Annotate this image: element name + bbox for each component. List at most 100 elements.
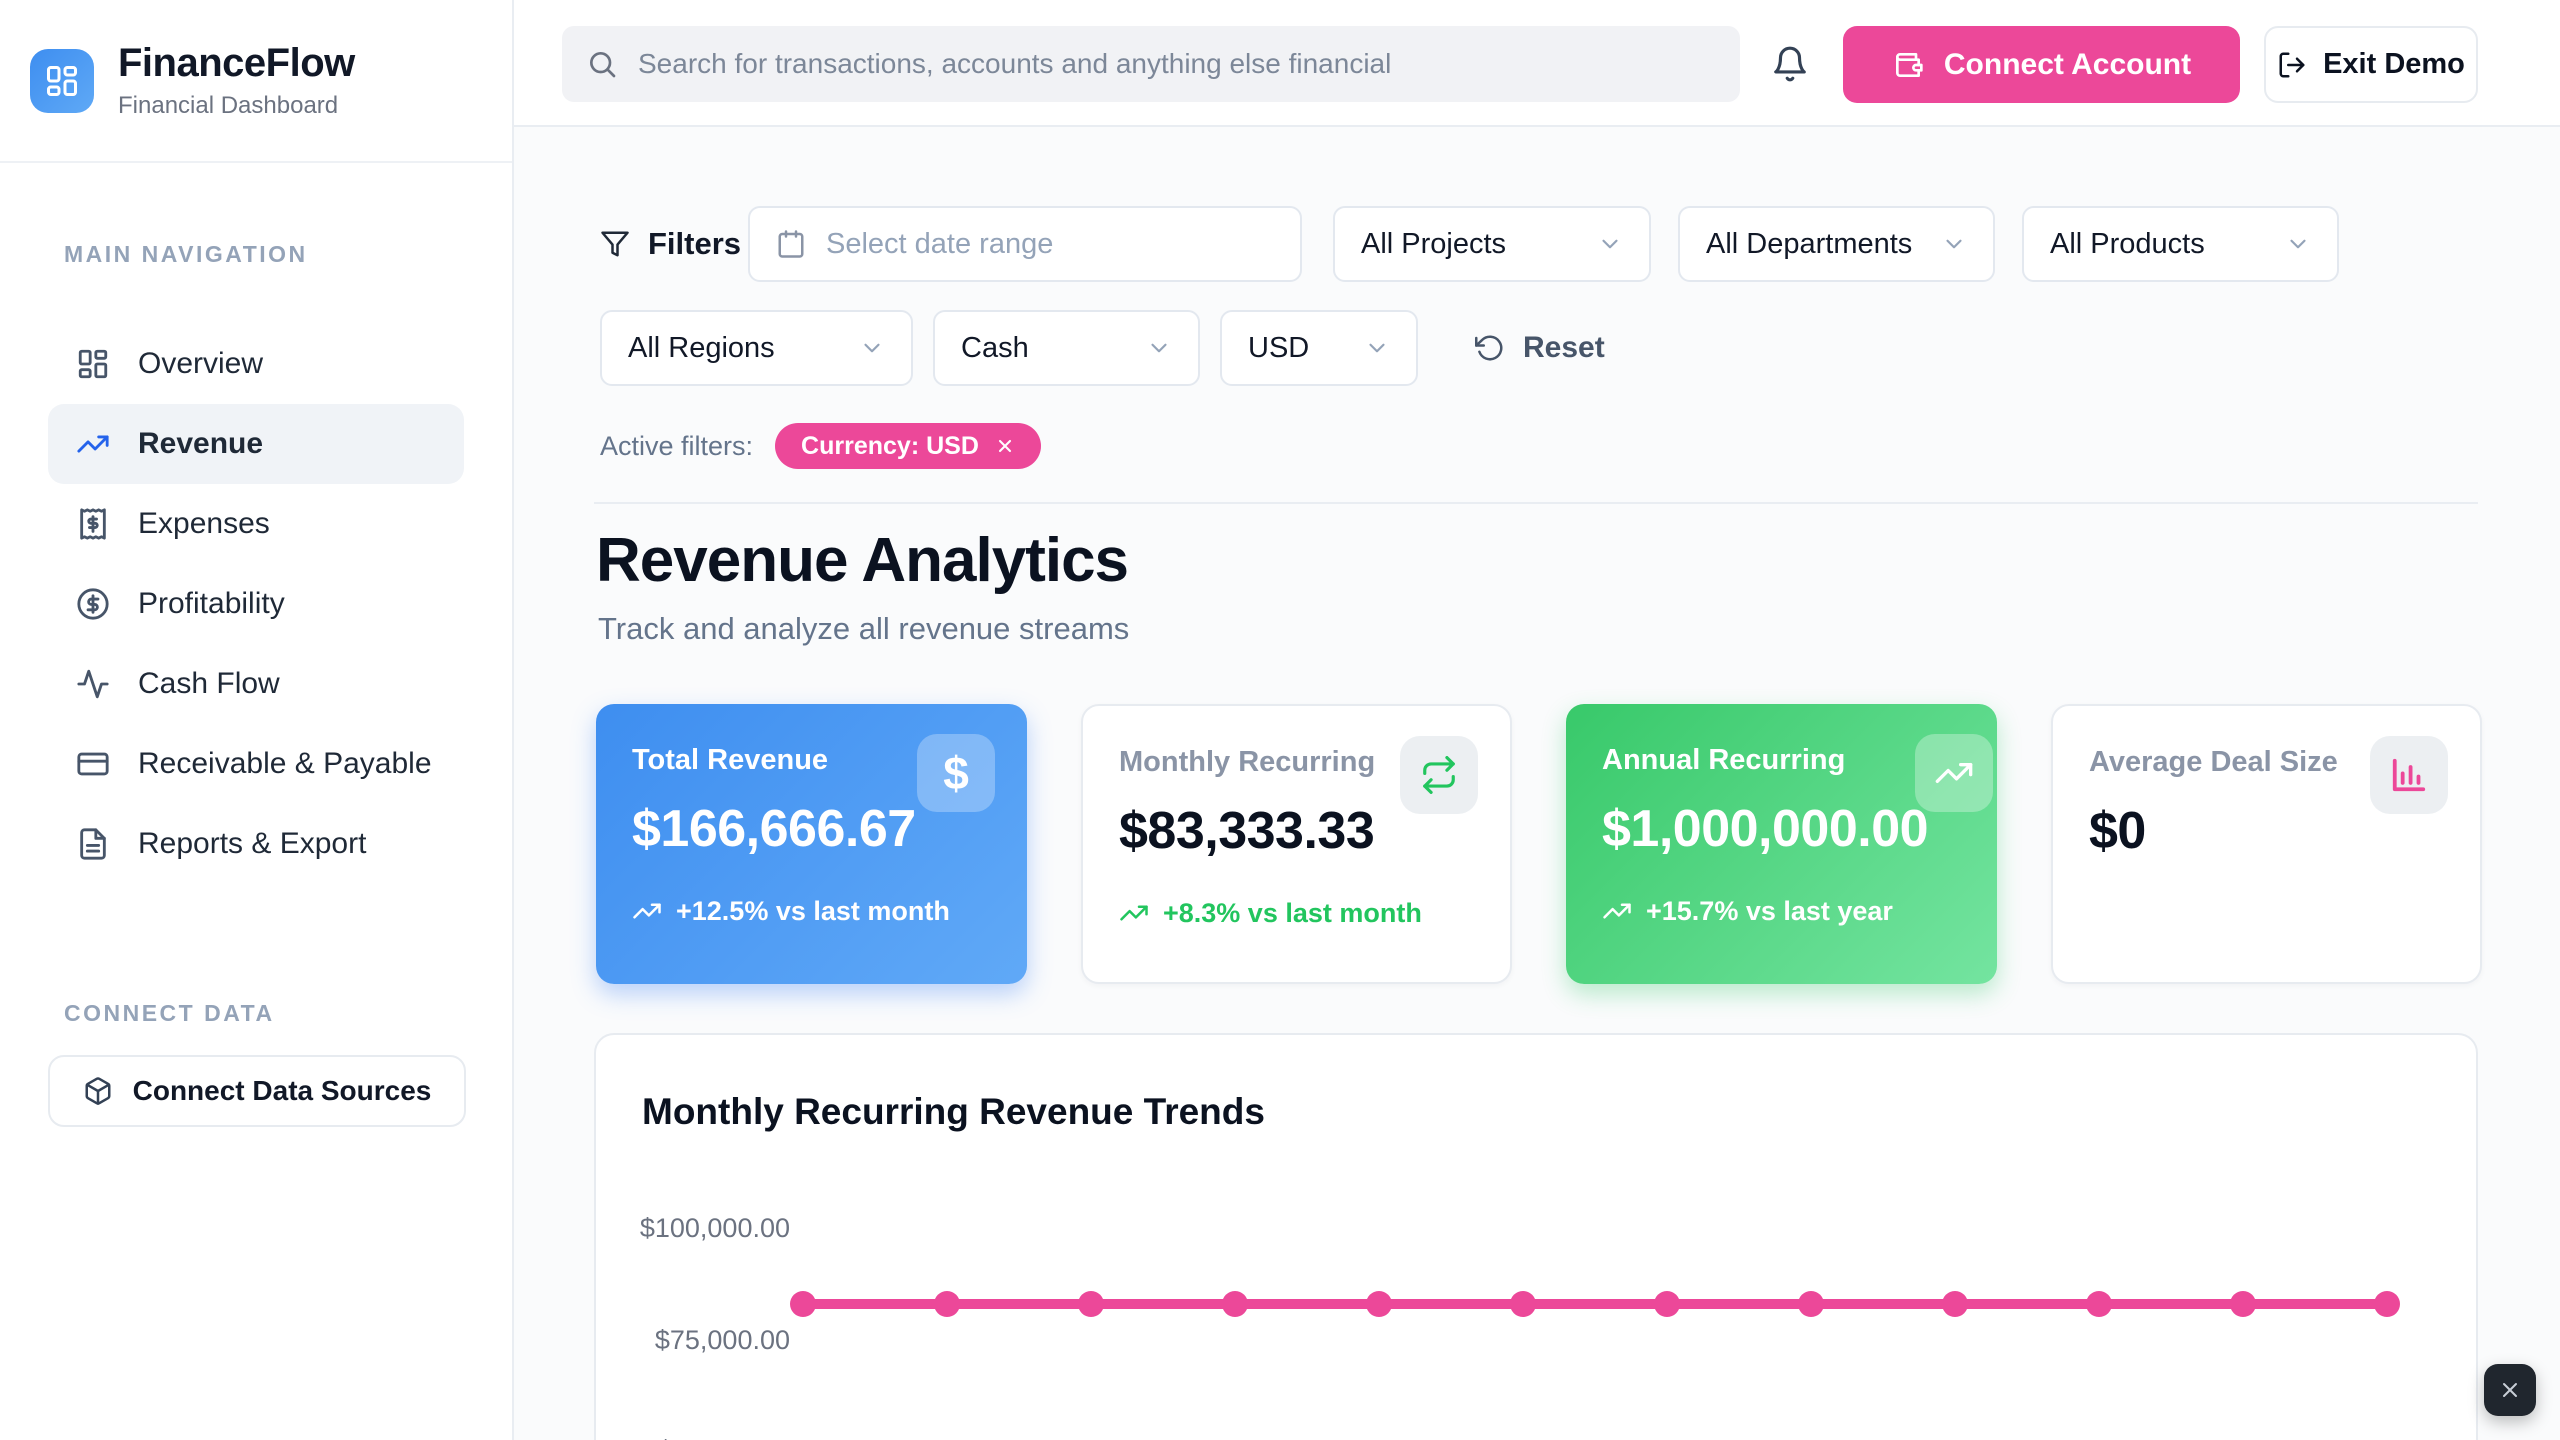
- sidebar-item-profitability[interactable]: Profitability: [48, 564, 464, 644]
- connect-account-label: Connect Account: [1944, 48, 2191, 82]
- chart-plot-area: $100,000.00 $75,000.00 $: [596, 1035, 2476, 1440]
- sidebar-item-cash-flow[interactable]: Cash Flow: [48, 644, 464, 724]
- chart-point[interactable]: [2374, 1291, 2400, 1317]
- departments-select[interactable]: All Departments: [1678, 206, 1995, 282]
- stat-icon-badge: [1915, 734, 1993, 812]
- sidebar-item-label: Revenue: [138, 427, 263, 461]
- main-content: Filters Select date range All Projects A…: [514, 127, 2560, 1440]
- chart-point[interactable]: [1510, 1291, 1536, 1317]
- stat-card-average-deal-size: Average Deal Size $0: [2051, 704, 2482, 984]
- stat-card-monthly-recurring: Monthly Recurring $83,333.33 +8.3% vs la…: [1081, 704, 1512, 984]
- sidebar-item-reports-export[interactable]: Reports & Export: [48, 804, 464, 884]
- y-axis-tick-cropped: $: [658, 1435, 673, 1440]
- stat-card-annual-recurring: Annual Recurring $1,000,000.00 +15.7% vs…: [1566, 704, 1997, 984]
- chart-point[interactable]: [2230, 1291, 2256, 1317]
- sidebar-item-label: Reports & Export: [138, 827, 366, 861]
- chevron-down-icon: [1597, 231, 1623, 257]
- chart-point[interactable]: [1078, 1291, 1104, 1317]
- stat-title: Annual Recurring: [1602, 744, 1961, 777]
- trending-up-icon: [1934, 753, 1974, 793]
- trending-up-icon: [1119, 898, 1149, 928]
- page-title: Revenue Analytics: [596, 525, 1128, 596]
- exit-demo-button[interactable]: Exit Demo: [2264, 26, 2478, 103]
- chart-point[interactable]: [1798, 1291, 1824, 1317]
- trending-up-icon: [76, 427, 110, 461]
- sidebar-item-overview[interactable]: Overview: [48, 324, 464, 404]
- bell-icon: [1771, 45, 1809, 83]
- account-type-select-value: Cash: [961, 332, 1029, 365]
- sidebar: FinanceFlow Financial Dashboard MAIN NAV…: [0, 0, 514, 1440]
- stat-icon-badge: [1400, 736, 1478, 814]
- stat-card-total-revenue: Total Revenue $166,666.67 +12.5% vs last…: [596, 704, 1027, 984]
- nav-section-heading: MAIN NAVIGATION: [64, 241, 512, 268]
- wallet-icon: [1892, 49, 1924, 81]
- active-filter-chip-label: Currency: USD: [801, 432, 979, 461]
- chart-line: [803, 1299, 2387, 1309]
- sidebar-item-receivable-payable[interactable]: Receivable & Payable: [48, 724, 464, 804]
- bar-chart-icon: [2390, 756, 2428, 794]
- reset-filters-button[interactable]: Reset: [1475, 310, 1605, 386]
- rotate-ccw-icon: [1475, 333, 1505, 363]
- chevron-down-icon: [1364, 335, 1390, 361]
- stat-trend: +12.5% vs last month: [632, 893, 991, 929]
- notifications-button[interactable]: [1771, 44, 1811, 84]
- products-select[interactable]: All Products: [2022, 206, 2339, 282]
- main-navigation: Overview Revenue Expenses Profitability …: [48, 324, 464, 884]
- sidebar-item-label: Receivable & Payable: [138, 747, 432, 781]
- trending-up-icon: [632, 896, 662, 926]
- trending-up-icon: [1602, 896, 1632, 926]
- connect-data-sources-button[interactable]: Connect Data Sources: [48, 1055, 466, 1127]
- log-out-icon: [2277, 50, 2307, 80]
- repeat-icon: [1420, 756, 1458, 794]
- search-icon: [586, 48, 618, 80]
- departments-select-value: All Departments: [1706, 228, 1912, 261]
- sidebar-item-label: Expenses: [138, 507, 270, 541]
- receipt-icon: [76, 507, 110, 541]
- close-overlay-button[interactable]: [2484, 1364, 2536, 1416]
- dollar-sign-icon: $: [943, 746, 969, 800]
- chart-point[interactable]: [1942, 1291, 1968, 1317]
- connect-section-heading: CONNECT DATA: [64, 1000, 512, 1027]
- chart-point[interactable]: [790, 1291, 816, 1317]
- chevron-down-icon: [859, 335, 885, 361]
- chart-point[interactable]: [1222, 1291, 1248, 1317]
- currency-select-value: USD: [1248, 332, 1309, 365]
- app-logo-icon: [30, 49, 94, 113]
- search-input[interactable]: [638, 48, 1716, 80]
- exit-demo-label: Exit Demo: [2323, 48, 2465, 81]
- sidebar-item-label: Cash Flow: [138, 667, 280, 701]
- account-type-select[interactable]: Cash: [933, 310, 1200, 386]
- currency-select[interactable]: USD: [1220, 310, 1418, 386]
- file-text-icon: [76, 827, 110, 861]
- y-axis-tick: $75,000.00: [596, 1325, 790, 1356]
- sidebar-item-expenses[interactable]: Expenses: [48, 484, 464, 564]
- stat-icon-badge: [2370, 736, 2448, 814]
- activity-icon: [76, 667, 110, 701]
- chart-point[interactable]: [1654, 1291, 1680, 1317]
- section-divider: [594, 502, 2478, 504]
- projects-select[interactable]: All Projects: [1333, 206, 1651, 282]
- remove-filter-icon[interactable]: [995, 436, 1015, 456]
- active-filter-chip[interactable]: Currency: USD: [775, 423, 1041, 469]
- regions-select[interactable]: All Regions: [600, 310, 913, 386]
- top-header: Connect Account Exit Demo: [514, 0, 2560, 127]
- date-range-placeholder: Select date range: [826, 228, 1053, 261]
- chart-point[interactable]: [934, 1291, 960, 1317]
- circle-dollar-icon: [76, 587, 110, 621]
- chart-point[interactable]: [1366, 1291, 1392, 1317]
- sidebar-item-revenue[interactable]: Revenue: [48, 404, 464, 484]
- app-tagline: Financial Dashboard: [118, 92, 355, 120]
- credit-card-icon: [76, 747, 110, 781]
- mrr-trends-chart-card: Monthly Recurring Revenue Trends $100,00…: [594, 1033, 2478, 1440]
- y-axis-tick: $100,000.00: [596, 1213, 790, 1244]
- chevron-down-icon: [1941, 231, 1967, 257]
- stat-trend: +8.3% vs last month: [1119, 895, 1474, 931]
- chart-point[interactable]: [2086, 1291, 2112, 1317]
- active-filters-row: Active filters: Currency: USD: [600, 423, 1041, 469]
- dashboard-grid-icon: [76, 347, 110, 381]
- connect-account-button[interactable]: Connect Account: [1843, 26, 2240, 103]
- stat-cards-row: Total Revenue $166,666.67 +12.5% vs last…: [596, 704, 2482, 984]
- date-range-input[interactable]: Select date range: [748, 206, 1302, 282]
- stat-value: $1,000,000.00: [1602, 799, 1961, 859]
- brand: FinanceFlow Financial Dashboard: [0, 0, 512, 163]
